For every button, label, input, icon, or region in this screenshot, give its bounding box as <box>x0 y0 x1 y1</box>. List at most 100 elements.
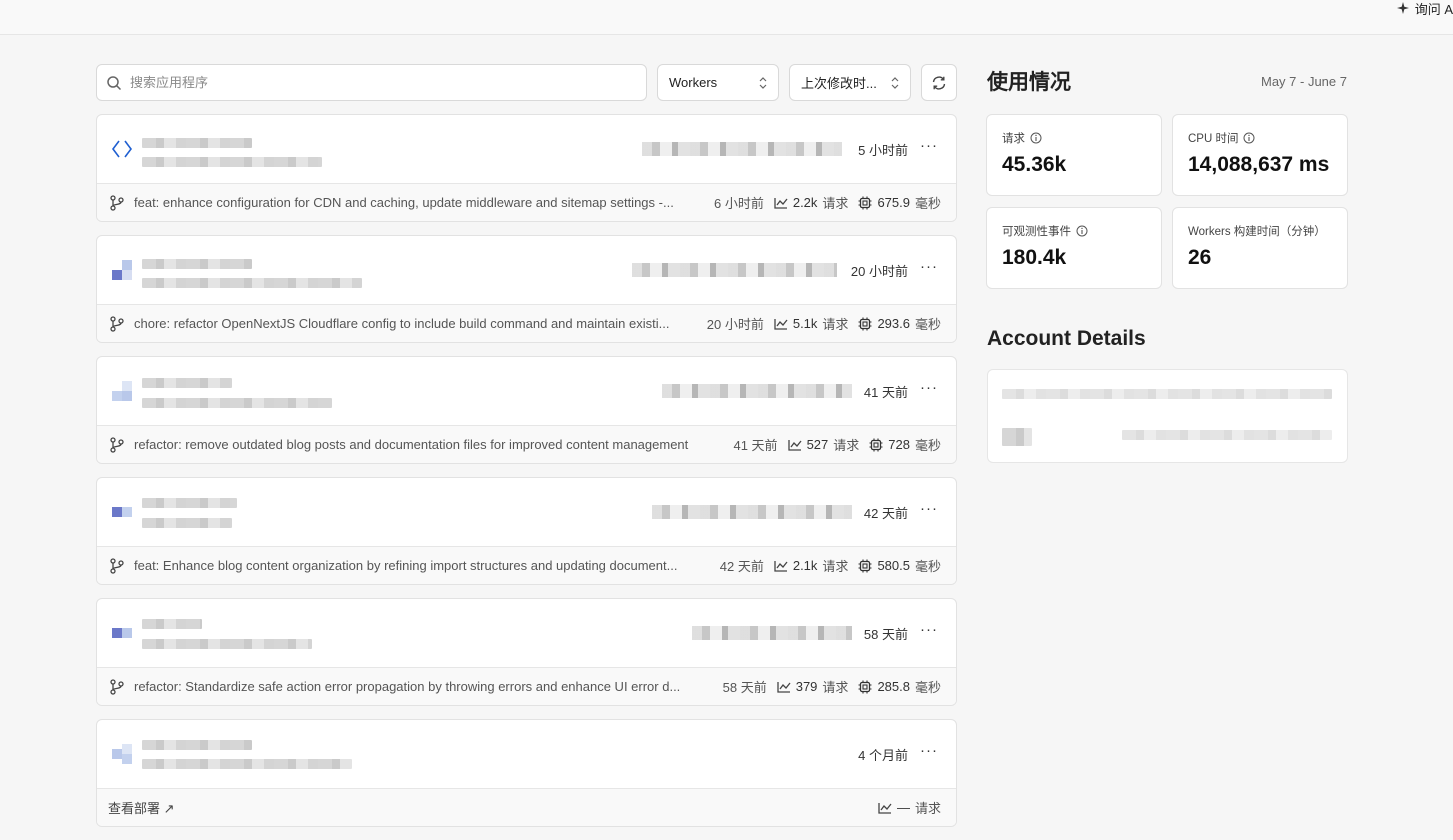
requests-value: — <box>896 800 910 815</box>
app-card[interactable]: 42 天前 ··· feat: Enhance blog content org… <box>96 477 957 585</box>
modified-time: 58 天前 <box>863 627 908 642</box>
deployment-footer: chore: refactor OpenNextJS Cloudflare co… <box>97 304 956 342</box>
metric-card-cpu-time: CPU 时间 14,088,637 ms <box>1172 114 1348 196</box>
search-input[interactable] <box>130 75 610 90</box>
metric-card-build-time: Workers 构建时间（分钟） 26 <box>1172 207 1348 289</box>
more-options-icon[interactable]: ··· <box>920 621 938 638</box>
refresh-button[interactable] <box>921 64 957 101</box>
more-options-icon[interactable]: ··· <box>920 258 938 275</box>
cpu-unit: 毫秒 <box>914 438 941 453</box>
cpu-stat: 285.8 毫秒 <box>858 677 941 696</box>
app-logo-icon <box>112 381 132 401</box>
requests-value: 2.2k <box>792 195 818 210</box>
account-value-redacted <box>1122 430 1332 440</box>
chart-line-icon <box>774 318 788 330</box>
requests-unit: 请求 <box>822 317 849 332</box>
requests-unit: 请求 <box>822 680 849 695</box>
cpu-stat: 675.9 毫秒 <box>858 193 941 212</box>
commit-message: refactor: Standardize safe action error … <box>134 679 681 694</box>
metric-value: 26 <box>1188 246 1212 269</box>
deployment-footer: feat: enhance configuration for CDN and … <box>97 183 956 221</box>
info-icon[interactable] <box>1030 132 1042 144</box>
app-url-redacted <box>142 759 352 769</box>
type-select[interactable]: Workers <box>657 64 779 101</box>
app-card[interactable]: 58 天前 ··· refactor: Standardize safe act… <box>96 598 957 706</box>
modified-time: 4 个月前 <box>858 748 908 763</box>
requests-stat: 5.1k 请求 <box>774 314 849 333</box>
git-branch-icon <box>110 194 124 211</box>
requests-unit: 请求 <box>914 801 941 816</box>
requests-stat: 2.2k 请求 <box>774 193 848 212</box>
cpu-value: 293.6 <box>877 316 910 331</box>
app-domain-redacted <box>642 142 842 156</box>
account-label-redacted <box>1002 428 1032 446</box>
app-domain-redacted <box>652 505 852 519</box>
git-branch-icon <box>110 436 124 453</box>
app-name-redacted <box>142 619 202 629</box>
app-logo-icon <box>112 507 132 517</box>
app-card[interactable]: 5 小时前 ··· feat: enhance configuration fo… <box>96 114 957 222</box>
app-url-redacted <box>142 278 362 288</box>
deployment-footer: refactor: Standardize safe action error … <box>97 667 956 705</box>
metric-label: 请求 <box>1002 133 1025 145</box>
app-card[interactable]: 4 个月前 ··· 查看部署 ↗ — 请求 <box>96 719 957 827</box>
commit-time: 58 天前 <box>722 680 767 695</box>
deployment-footer: refactor: remove outdated blog posts and… <box>97 425 956 463</box>
git-branch-icon <box>110 557 124 574</box>
app-name-redacted <box>142 378 232 388</box>
requests-stat: 527 请求 <box>787 435 859 454</box>
search-box[interactable] <box>96 64 647 101</box>
cpu-value: 580.5 <box>877 558 910 573</box>
type-select-value: Workers <box>669 75 718 90</box>
app-logo-icon <box>112 628 132 638</box>
chart-line-icon <box>777 681 791 693</box>
app-card[interactable]: 41 天前 ··· refactor: remove outdated blog… <box>96 356 957 464</box>
app-logo-icon <box>112 140 132 158</box>
view-deployments-link[interactable]: 查看部署 ↗ <box>108 798 175 817</box>
more-options-icon[interactable]: ··· <box>920 379 938 396</box>
chevron-updown-icon <box>891 76 899 89</box>
account-details-title: Account Details <box>987 327 1146 350</box>
usage-date-range: May 7 - June 7 <box>1261 74 1347 89</box>
sort-select[interactable]: 上次修改时... <box>789 64 911 101</box>
cpu-value: 675.9 <box>877 195 910 210</box>
metric-label: Workers 构建时间（分钟） <box>1188 226 1326 238</box>
more-options-icon[interactable]: ··· <box>920 137 938 154</box>
requests-value: 5.1k <box>792 316 818 331</box>
modified-time: 5 小时前 <box>858 143 908 158</box>
git-branch-icon <box>110 315 124 332</box>
cpu-icon <box>858 317 872 330</box>
cpu-unit: 毫秒 <box>914 680 941 695</box>
modified-time: 41 天前 <box>863 385 908 400</box>
cpu-icon <box>869 438 883 451</box>
app-name-redacted <box>142 498 237 508</box>
app-domain-redacted <box>692 626 852 640</box>
info-icon[interactable] <box>1076 225 1088 237</box>
requests-unit: 请求 <box>822 559 849 574</box>
metric-label: 可观测性事件 <box>1002 226 1071 238</box>
cpu-value: 285.8 <box>877 679 910 694</box>
metric-card-requests: 请求 45.36k <box>986 114 1162 196</box>
sparkle-icon <box>1396 2 1409 14</box>
commit-time: 6 小时前 <box>714 196 764 211</box>
app-name-redacted <box>142 138 252 148</box>
app-domain-redacted <box>662 384 852 398</box>
cpu-stat: 728 毫秒 <box>869 435 941 454</box>
commit-message: chore: refactor OpenNextJS Cloudflare co… <box>134 316 670 331</box>
commit-time: 20 小时前 <box>706 317 764 332</box>
app-card[interactable]: 20 小时前 ··· chore: refactor OpenNextJS Cl… <box>96 235 957 343</box>
requests-value: 2.1k <box>792 558 818 573</box>
account-details-card <box>987 369 1348 463</box>
more-options-icon[interactable]: ··· <box>920 500 938 517</box>
app-url-redacted <box>142 518 232 528</box>
deployment-footer: 查看部署 ↗ — 请求 <box>97 788 956 826</box>
requests-stat: — 请求 <box>878 798 941 817</box>
cpu-icon <box>858 680 872 693</box>
commit-message: refactor: remove outdated blog posts and… <box>134 437 689 452</box>
info-icon[interactable] <box>1243 132 1255 144</box>
app-url-redacted <box>142 398 332 408</box>
ask-ai-button[interactable]: 询问 A <box>1396 0 1453 17</box>
requests-stat: 2.1k 请求 <box>774 556 849 575</box>
requests-stat: 379 请求 <box>777 677 849 696</box>
more-options-icon[interactable]: ··· <box>920 742 938 759</box>
